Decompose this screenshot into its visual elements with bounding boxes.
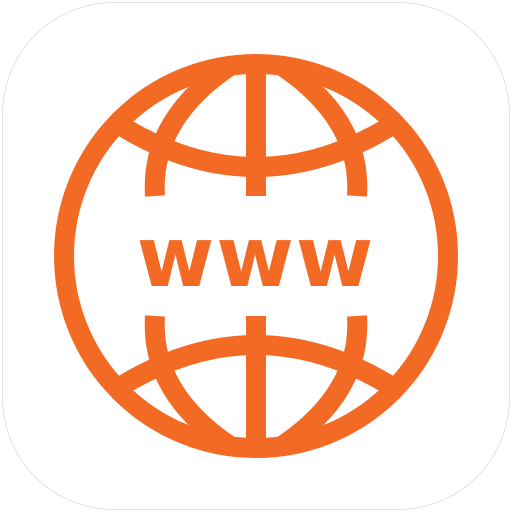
- www-label: www: [137, 208, 376, 306]
- globe-icon: www: [54, 54, 458, 458]
